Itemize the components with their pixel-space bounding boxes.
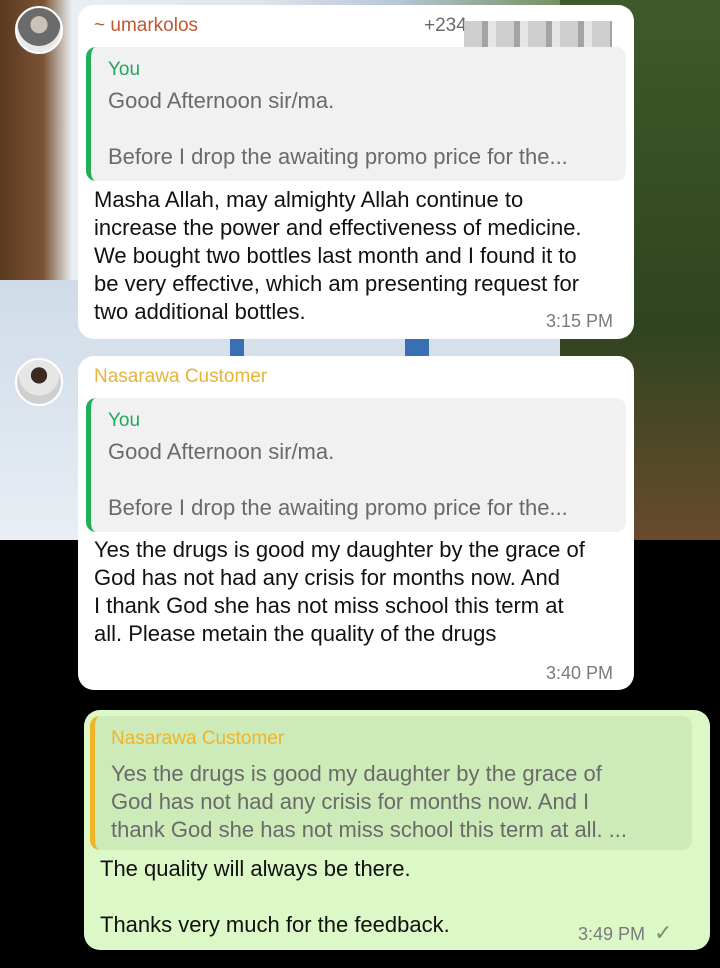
- message-time: 3:15 PM: [546, 311, 614, 331]
- quote-author: You: [108, 59, 141, 80]
- avatar[interactable]: [15, 358, 63, 406]
- quote-author: You: [108, 410, 141, 431]
- check-icon: ✓: [654, 920, 673, 945]
- reply-quote[interactable]: You Good Afternoon sir/ma. Before I drop…: [86, 47, 626, 181]
- message-text: Masha Allah, may almighty Allah continue…: [94, 187, 582, 324]
- redaction-mask: [464, 21, 612, 47]
- message-text: The quality will always be there. Thanks…: [100, 856, 450, 937]
- reply-quote[interactable]: You Good Afternoon sir/ma. Before I drop…: [86, 398, 626, 532]
- message-time: 3:49 PM: [578, 924, 646, 944]
- reply-quote[interactable]: Nasarawa Customer Yes the drugs is good …: [90, 716, 692, 850]
- sender-name[interactable]: Nasarawa Customer: [94, 366, 267, 388]
- message-bubble-outgoing[interactable]: Nasarawa Customer Yes the drugs is good …: [84, 710, 710, 950]
- message-bubble-incoming[interactable]: Nasarawa Customer You Good Afternoon sir…: [78, 356, 634, 690]
- message-time: 3:40 PM: [546, 663, 614, 683]
- sender-phone: +234: [424, 15, 467, 36]
- quote-text: Yes the drugs is good my daughter by the…: [111, 761, 628, 842]
- quote-author: Nasarawa Customer: [111, 728, 285, 749]
- message-bubble-incoming[interactable]: ~ umarkolos +234 You Good Afternoon sir/…: [78, 5, 634, 339]
- sender-name[interactable]: ~ umarkolos: [94, 15, 198, 37]
- message-text: Yes the drugs is good my daughter by the…: [94, 537, 585, 646]
- quote-text: Good Afternoon sir/ma. Before I drop the…: [108, 88, 568, 169]
- quote-text: Good Afternoon sir/ma. Before I drop the…: [108, 439, 568, 520]
- avatar[interactable]: [15, 6, 63, 54]
